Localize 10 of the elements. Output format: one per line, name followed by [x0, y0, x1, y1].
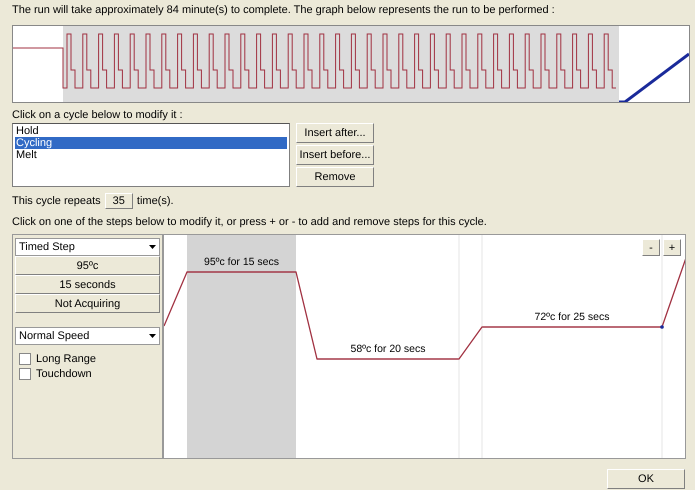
step-label: 58ºc for 20 secs	[350, 343, 426, 355]
steps-hint: Click on one of the steps below to modify it, or press + or - to add and remove steps for this cycle.	[12, 216, 488, 230]
repeats-label: This cycle repeats	[12, 195, 101, 207]
run-summary: The run will take approximately 84 minute(s) to complete. The graph below represents the run to be performed :	[12, 4, 556, 18]
repeats-unit: time(s).	[136, 195, 174, 207]
step-label: 72ºc for 25 secs	[534, 311, 610, 323]
cycles-label: Click on a cycle below to modify it :	[12, 109, 184, 123]
option-label: Long Range	[36, 352, 96, 364]
step-label: 95ºc for 15 secs	[204, 256, 280, 268]
option-label: Touchdown	[36, 368, 92, 380]
